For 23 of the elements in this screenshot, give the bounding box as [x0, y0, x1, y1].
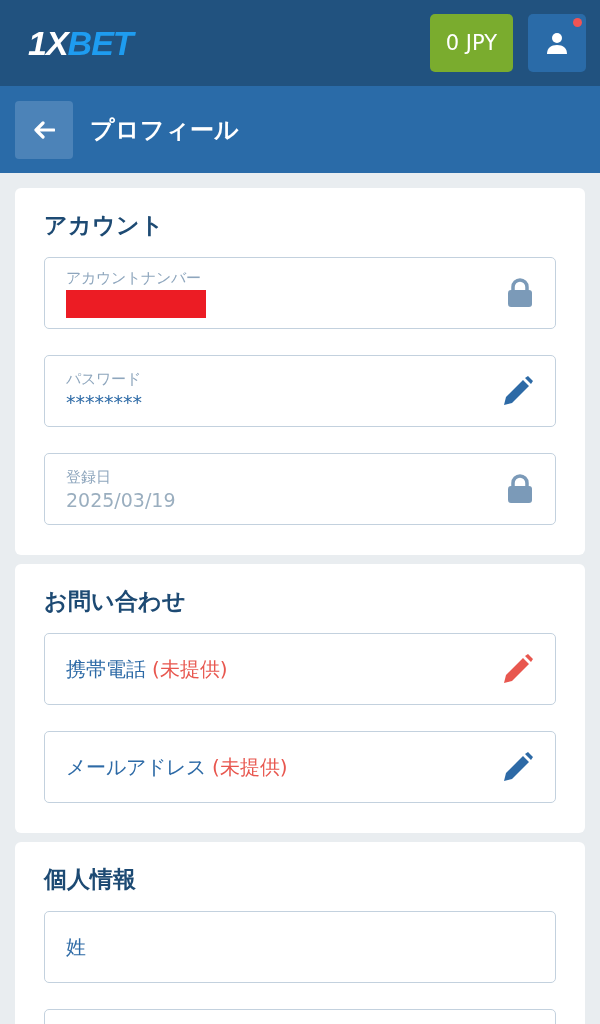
section-title: 個人情報 [44, 865, 137, 894]
input-field[interactable]: メールアドレス (未提供) [44, 731, 556, 803]
field-label: パスワード [66, 369, 142, 389]
input-field[interactable]: 姓 [44, 911, 556, 983]
field-label: アカウントナンバー [66, 268, 202, 288]
user-icon [545, 31, 569, 55]
section-title: アカウント [44, 211, 165, 240]
input-field[interactable]: 携帯電話 (未提供) [44, 633, 556, 705]
back-button[interactable] [15, 100, 73, 159]
field-value: ******** [66, 390, 142, 413]
section-title: お問い合わせ [44, 587, 187, 616]
pencil-icon[interactable] [503, 752, 533, 782]
pencil-icon[interactable] [503, 376, 533, 406]
field-text: 携帯電話 (未提供) [66, 655, 228, 683]
page-title: プロフィール [90, 114, 239, 146]
field-value: 2025/03/19 [66, 488, 176, 511]
field-label: 登録日 [66, 467, 112, 487]
field-text: メールアドレス (未提供) [66, 753, 288, 781]
field-text: 姓 [66, 933, 86, 961]
input-field[interactable]: パスワード ******** [44, 355, 556, 427]
back-arrow-icon [33, 120, 55, 139]
account-button[interactable] [528, 14, 586, 72]
pencil-icon[interactable] [503, 654, 533, 684]
